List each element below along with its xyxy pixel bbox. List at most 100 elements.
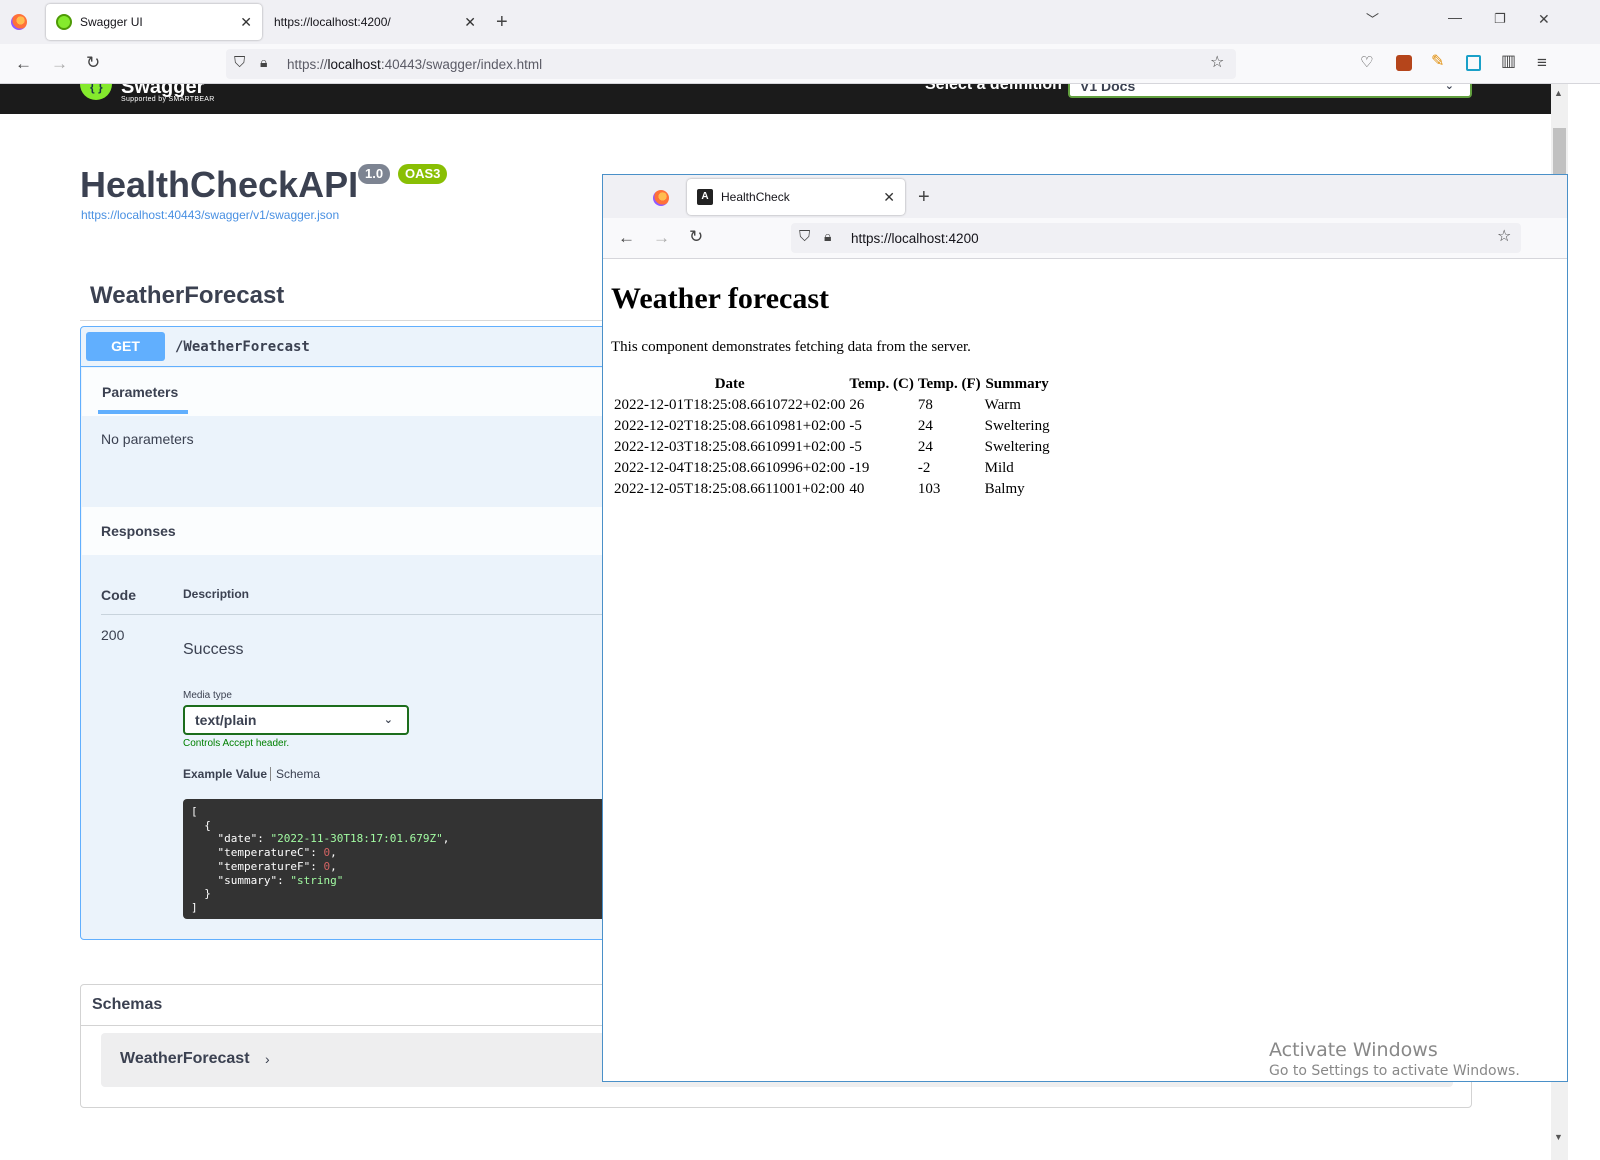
- new-tab-plus-icon[interactable]: +: [496, 12, 508, 32]
- lock-icon[interactable]: 🔒︎: [260, 55, 267, 69]
- scroll-up-arrow-icon[interactable]: ▲: [1554, 88, 1563, 98]
- tab-swagger-ui[interactable]: Swagger UI ✕: [46, 4, 262, 40]
- definition-select[interactable]: V1 Docs ⌄: [1068, 84, 1472, 98]
- oas-badge: OAS3: [398, 164, 448, 184]
- code-key: "summary": [217, 873, 278, 887]
- close-tab-icon[interactable]: ✕: [883, 189, 895, 206]
- url-text: https://localhost:4200: [851, 231, 979, 246]
- cell-summary: Warm: [984, 397, 1021, 413]
- method-badge: GET: [86, 332, 165, 361]
- response-description: Success: [183, 641, 244, 658]
- reader-view-icon[interactable]: ▥: [1501, 54, 1516, 70]
- url-bar[interactable]: ⛉ 🔒︎ https://localhost:4200 ☆: [791, 223, 1521, 253]
- close-tab-icon[interactable]: ✕: [464, 14, 476, 31]
- tab-schema[interactable]: Schema: [276, 767, 320, 781]
- extension-save-icon[interactable]: [1466, 55, 1481, 71]
- table-row: 2022-12-04T18:25:08.6610996+02:00 -19 -2…: [613, 459, 1051, 478]
- lock-icon[interactable]: 🔒︎: [824, 229, 831, 243]
- tag-heading[interactable]: WeatherForecast: [90, 282, 284, 310]
- forward-arrow-icon[interactable]: →: [653, 229, 670, 246]
- forecast-table: Date Temp. (C) Temp. (F) Summary 2022-12…: [611, 373, 1053, 501]
- firefox-icon[interactable]: [653, 190, 669, 206]
- media-type-value: text/plain: [195, 712, 257, 728]
- response-code: 200: [101, 627, 125, 643]
- cell-temp-f: -2: [917, 460, 931, 476]
- spec-url-link[interactable]: https://localhost:40443/swagger/v1/swagg…: [81, 208, 339, 222]
- angular-favicon-icon: A: [697, 189, 713, 205]
- code-key: "temperatureC": [217, 846, 311, 860]
- reload-icon[interactable]: ↻: [86, 54, 100, 71]
- table-row: 2022-12-05T18:25:08.6611001+02:00 40 103…: [613, 480, 1051, 499]
- tab-healthcheck[interactable]: A HealthCheck ✕: [687, 179, 905, 215]
- window2-nav-bar: ← → ↻ ⛉ 🔒︎ https://localhost:4200 ☆: [603, 218, 1567, 259]
- example-code-block[interactable]: [ { "date": "2022-11-30T18:17:01.679Z", …: [183, 799, 623, 919]
- watermark-line1: Activate Windows: [1269, 1039, 1438, 1061]
- tracking-shield-icon[interactable]: ⛉: [234, 55, 245, 70]
- page-description: This component demonstrates fetching dat…: [611, 339, 971, 355]
- swagger-logo-icon[interactable]: { }: [80, 84, 112, 100]
- app-menu-icon[interactable]: ≡: [1537, 54, 1547, 71]
- url-bar[interactable]: ⛉ 🔒︎ https://localhost:40443/swagger/ind…: [226, 49, 1236, 79]
- extension-icon[interactable]: [1396, 55, 1412, 71]
- new-tab-plus-icon[interactable]: +: [918, 187, 930, 207]
- operation-path: /WeatherForecast: [175, 339, 310, 355]
- cell-date: 2022-12-01T18:25:08.6610722+02:00: [614, 397, 846, 413]
- healthcheck-window: A HealthCheck ✕ + ← → ↻ ⛉ 🔒︎ https://loc…: [602, 174, 1568, 1082]
- back-arrow-icon[interactable]: ←: [618, 229, 635, 246]
- tracking-shield-icon[interactable]: ⛉: [799, 229, 810, 244]
- cell-temp-f: 24: [917, 439, 933, 455]
- window2-tab-bar: A HealthCheck ✕ +: [603, 175, 1567, 218]
- chevron-down-icon: ⌄: [383, 714, 393, 726]
- watermark-line2: Go to Settings to activate Windows.: [1269, 1063, 1520, 1079]
- minimize-icon[interactable]: —: [1448, 10, 1462, 24]
- code-string: "2022-11-30T18:17:01.679Z": [270, 832, 443, 846]
- description-header: Description: [183, 587, 250, 601]
- tab-parameters[interactable]: Parameters: [102, 384, 178, 400]
- code-header: Code: [101, 587, 136, 603]
- media-type-select[interactable]: text/plain ⌄: [183, 705, 409, 735]
- back-arrow-icon[interactable]: ←: [15, 55, 32, 72]
- tab-example-value[interactable]: Example Value: [183, 767, 267, 781]
- column-header: Temp. (C): [849, 376, 914, 392]
- definition-value: V1 Docs: [1080, 84, 1136, 94]
- code-key: "temperatureF": [217, 859, 311, 873]
- swagger-topbar: { } Swagger Supported by SMARTBEAR Selec…: [0, 84, 1568, 114]
- chevron-down-icon: ⌄: [1444, 84, 1454, 92]
- cell-temp-c: -19: [849, 460, 870, 476]
- main-tab-bar: Swagger UI ✕ https://localhost:4200/ ✕ +…: [0, 0, 1600, 44]
- tab-underline: [98, 410, 188, 414]
- code-key: "date": [217, 832, 258, 846]
- controls-accept-text: Controls Accept header.: [183, 738, 290, 749]
- cell-temp-c: -5: [849, 418, 862, 434]
- cell-summary: Sweltering: [984, 439, 1050, 455]
- cell-date: 2022-12-02T18:25:08.6610981+02:00: [614, 418, 846, 434]
- tab-localhost-4200[interactable]: https://localhost:4200/ ✕: [264, 4, 486, 40]
- bookmark-star-icon[interactable]: ☆: [1210, 55, 1224, 71]
- code-number: 0: [323, 846, 331, 860]
- window-close-icon[interactable]: ✕: [1538, 12, 1550, 26]
- cell-temp-f: 78: [917, 397, 933, 413]
- list-all-tabs-chevron-icon[interactable]: ﹀: [1366, 13, 1379, 26]
- scroll-down-arrow-icon[interactable]: ▼: [1554, 1132, 1563, 1142]
- schemas-heading[interactable]: Schemas: [92, 996, 162, 1014]
- no-parameters-text: No parameters: [101, 431, 194, 447]
- activate-windows-watermark: Activate Windows Go to Settings to activ…: [1269, 1039, 1520, 1079]
- pocket-icon[interactable]: ♡: [1360, 55, 1373, 70]
- cell-date: 2022-12-04T18:25:08.6610996+02:00: [614, 460, 846, 476]
- cell-temp-c: 40: [849, 481, 865, 497]
- close-tab-icon[interactable]: ✕: [240, 14, 252, 31]
- firefox-icon[interactable]: [11, 14, 27, 30]
- forward-arrow-icon[interactable]: →: [51, 55, 68, 72]
- reload-icon[interactable]: ↻: [689, 228, 703, 245]
- restore-icon[interactable]: ❐: [1494, 12, 1506, 25]
- cell-temp-f: 103: [917, 481, 941, 497]
- column-header: Date: [714, 376, 745, 392]
- table-row: 2022-12-02T18:25:08.6610981+02:00 -5 24 …: [613, 417, 1051, 436]
- bookmark-star-icon[interactable]: ☆: [1497, 229, 1511, 245]
- cell-summary: Balmy: [984, 481, 1025, 497]
- tab-title: Swagger UI: [80, 15, 143, 29]
- cell-temp-c: -5: [849, 439, 862, 455]
- main-nav-bar: ← → ↻ ⛉ 🔒︎ https://localhost:40443/swagg…: [0, 44, 1600, 84]
- cell-date: 2022-12-05T18:25:08.6611001+02:00: [614, 481, 845, 497]
- extension-brush-icon[interactable]: ✎: [1431, 54, 1444, 70]
